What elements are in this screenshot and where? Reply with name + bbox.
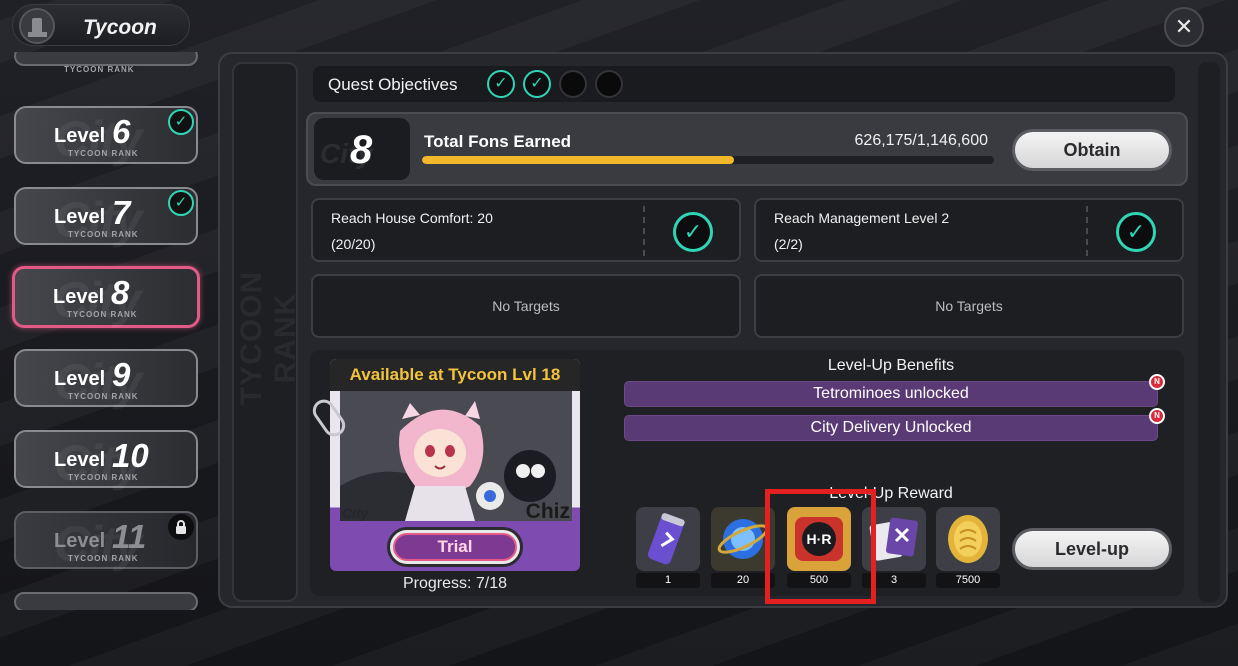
- task-management-level: Reach Management Level 2 (2/2) ✓: [754, 198, 1184, 262]
- tycoon-rank-watermark: TYCOON RANK: [235, 270, 302, 406]
- level-word: Level: [54, 530, 106, 552]
- level-word: Level: [54, 368, 106, 390]
- energy-drink-can-icon: [636, 507, 700, 571]
- trial-button[interactable]: Trial: [387, 527, 523, 567]
- benefit-item: City Delivery Unlocked N: [624, 408, 1165, 441]
- benefit-item: Tetrominoes unlocked N: [624, 374, 1165, 407]
- level-word: Level: [54, 206, 106, 228]
- fons-title: Total Fons Earned: [424, 132, 572, 151]
- level-card-7[interactable]: City Level 7 TYCOON RANK ✓: [14, 187, 198, 248]
- gold-coin-icon: [936, 507, 1000, 571]
- task-house-comfort: Reach House Comfort: 20 (20/20) ✓: [311, 198, 741, 262]
- reward-item[interactable]: 1: [636, 507, 700, 589]
- reward-count: 7500: [936, 573, 1000, 588]
- close-icon: ✕: [1174, 14, 1194, 39]
- level-card-9[interactable]: City Level 9 TYCOON RANK: [14, 349, 198, 410]
- dashed-divider: [643, 206, 645, 256]
- new-badge-icon: N: [1149, 408, 1165, 424]
- task-progress: (2/2): [774, 236, 803, 252]
- level-rank-label: TYCOON RANK: [64, 65, 135, 74]
- quest-objectives-bar: Quest Objectives ✓ ✓: [313, 66, 1175, 102]
- level-card-10[interactable]: City Level 10 TYCOON RANK: [14, 430, 198, 491]
- level-rank-label: TYCOON RANK: [68, 392, 139, 401]
- reward-title: Level-Up Reward: [829, 485, 953, 502]
- scrollbar-track[interactable]: [1198, 62, 1220, 602]
- close-button[interactable]: ✕: [1164, 7, 1204, 47]
- check-icon: ✓: [673, 212, 713, 252]
- fons-value: 626,175/1,146,600: [854, 132, 988, 149]
- level-up-button[interactable]: Level-up: [1012, 528, 1172, 570]
- obtain-button[interactable]: Obtain: [1012, 129, 1172, 171]
- level-card-partial[interactable]: [14, 52, 198, 66]
- back-home-button[interactable]: Tycoon: [12, 4, 190, 46]
- character-progress: Progress: 7/18: [402, 575, 508, 592]
- level-number: 6: [112, 113, 131, 150]
- tycoon-rank-strip: TYCOON RANK: [232, 62, 302, 602]
- building-icon: [19, 8, 55, 44]
- benefits-title: Level-Up Benefits: [827, 357, 955, 374]
- level-card-6[interactable]: City Level 6 TYCOON RANK ✓: [14, 106, 198, 167]
- level-number: 9: [112, 356, 131, 393]
- tycoon-level-rail[interactable]: TYCOON RANK City Level 6 TYCOON RANK ✓ C…: [0, 52, 218, 610]
- level-rank-label: TYCOON RANK: [68, 149, 139, 158]
- level-number: 8: [111, 274, 130, 311]
- character-card[interactable]: Available at Tycoon Lvl 18 City Chiz Tri…: [330, 359, 580, 571]
- objective-pending-icon: [559, 70, 587, 98]
- highlight-box: [765, 489, 876, 604]
- check-icon: ✓: [1116, 212, 1156, 252]
- trial-label: Trial: [393, 533, 517, 561]
- check-icon: ✓: [168, 109, 194, 135]
- level-word: Level: [54, 449, 106, 471]
- level-rank-label: TYCOON RANK: [67, 310, 138, 319]
- total-fons-row: City 8 Total Fons Earned 626,175/1,146,6…: [306, 112, 1188, 186]
- level-card-8[interactable]: City Level 8 TYCOON RANK: [12, 266, 200, 328]
- card-watermark: City: [342, 505, 369, 521]
- new-badge-icon: N: [1149, 374, 1165, 390]
- level-number: 10: [112, 437, 149, 474]
- page-title: Tycoon: [83, 16, 157, 39]
- empty-target-slot: No Targets: [754, 274, 1184, 338]
- current-level-number: 8: [350, 128, 373, 172]
- level-rank-label: TYCOON RANK: [68, 554, 139, 563]
- level-rank-label: TYCOON RANK: [68, 473, 139, 482]
- level-number: 7: [112, 194, 131, 231]
- level-rank-label: TYCOON RANK: [68, 230, 139, 239]
- lock-icon: [168, 514, 194, 540]
- fons-progress-fill: [422, 156, 735, 164]
- task-label: Reach House Comfort: 20: [331, 210, 493, 226]
- quest-objectives-title: Quest Objectives: [328, 75, 458, 94]
- level-word: Level: [54, 125, 106, 147]
- no-targets-text: No Targets: [935, 298, 1003, 314]
- character-name: Chiz: [525, 500, 570, 523]
- empty-target-slot: No Targets: [311, 274, 741, 338]
- reward-count: 1: [636, 573, 700, 588]
- objective-pending-icon: [595, 70, 623, 98]
- dashed-divider: [1086, 206, 1088, 256]
- level-word: Level: [53, 286, 105, 308]
- level-number: 11: [112, 518, 147, 555]
- character-availability: Available at Tycoon Lvl 18: [330, 359, 580, 391]
- objective-complete-check-icon: ✓: [523, 70, 551, 98]
- level-card-11[interactable]: City Level 11 TYCOON RANK: [14, 511, 198, 572]
- task-label: Reach Management Level 2: [774, 210, 950, 226]
- no-targets-text: No Targets: [492, 298, 560, 314]
- level-card-partial[interactable]: [14, 592, 198, 610]
- objective-complete-check-icon: ✓: [487, 70, 515, 98]
- reward-item[interactable]: 7500: [936, 507, 1000, 589]
- top-bar: Tycoon ✕: [0, 0, 1238, 52]
- fons-progress-bar: [422, 156, 994, 164]
- benefit-label: Tetrominoes unlocked: [813, 385, 969, 402]
- task-progress: (20/20): [331, 236, 376, 252]
- check-icon: ✓: [168, 190, 194, 216]
- benefit-label: City Delivery Unlocked: [810, 419, 972, 436]
- tycoon-level-badge: City 8: [314, 118, 410, 180]
